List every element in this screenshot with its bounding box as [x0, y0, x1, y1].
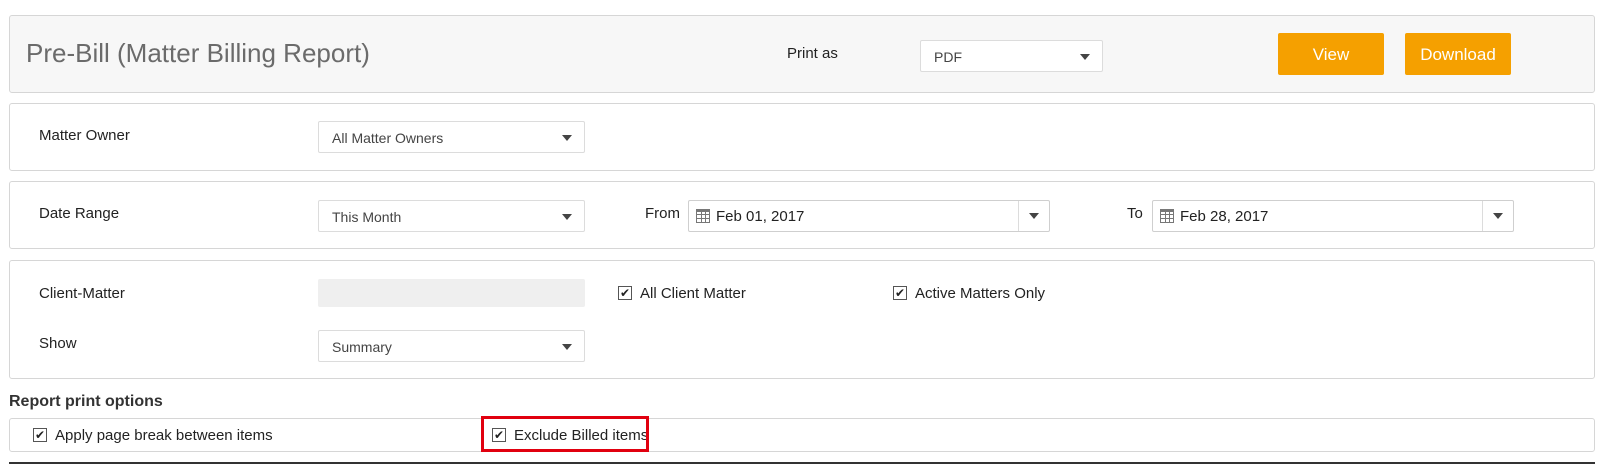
calendar-icon	[696, 209, 710, 223]
matter-owner-value: All Matter Owners	[332, 130, 444, 146]
to-date-dropdown-button[interactable]	[1482, 201, 1513, 231]
download-button[interactable]: Download	[1405, 33, 1511, 75]
matter-owner-panel	[9, 103, 1595, 171]
from-label: From	[645, 205, 680, 222]
chevron-down-icon	[562, 344, 572, 350]
all-client-matter-label: All Client Matter	[640, 285, 746, 302]
show-select[interactable]: Summary	[318, 330, 585, 362]
client-matter-label: Client-Matter	[39, 285, 125, 302]
view-button[interactable]: View	[1278, 33, 1384, 75]
page-break-checkbox[interactable]: ✔	[33, 428, 47, 442]
chevron-down-icon	[1029, 213, 1039, 219]
all-client-matter-checkbox[interactable]: ✔	[618, 286, 632, 300]
page-break-label: Apply page break between items	[55, 427, 273, 444]
calendar-icon	[1160, 209, 1174, 223]
from-date-picker[interactable]: Feb 01, 2017	[688, 200, 1050, 232]
matter-owner-label: Matter Owner	[39, 127, 130, 144]
exclude-billed-highlight	[481, 416, 649, 452]
date-range-value: This Month	[332, 209, 402, 225]
chevron-down-icon	[562, 135, 572, 141]
print-as-select[interactable]: PDF	[920, 40, 1103, 72]
bottom-divider	[9, 462, 1595, 464]
print-as-label: Print as	[787, 45, 838, 62]
date-range-select[interactable]: This Month	[318, 200, 585, 232]
report-print-options-title: Report print options	[9, 393, 163, 410]
from-date-dropdown-button[interactable]	[1018, 201, 1049, 231]
client-matter-input[interactable]	[318, 279, 585, 307]
to-date-picker[interactable]: Feb 28, 2017	[1152, 200, 1514, 232]
to-date-value: Feb 28, 2017	[1180, 208, 1269, 225]
chevron-down-icon	[1080, 54, 1090, 60]
matter-owner-select[interactable]: All Matter Owners	[318, 121, 585, 153]
from-date-value: Feb 01, 2017	[716, 208, 805, 225]
active-matters-only-label: Active Matters Only	[915, 285, 1046, 302]
chevron-down-icon	[1493, 213, 1503, 219]
show-label: Show	[39, 335, 77, 352]
to-label: To	[1127, 205, 1143, 222]
page-title: Pre-Bill (Matter Billing Report)	[26, 38, 370, 68]
print-as-value: PDF	[934, 49, 962, 65]
active-matters-only-checkbox[interactable]: ✔	[893, 286, 907, 300]
chevron-down-icon	[562, 214, 572, 220]
show-value: Summary	[332, 339, 392, 355]
filters-panel	[9, 260, 1595, 379]
date-range-label: Date Range	[39, 205, 120, 222]
